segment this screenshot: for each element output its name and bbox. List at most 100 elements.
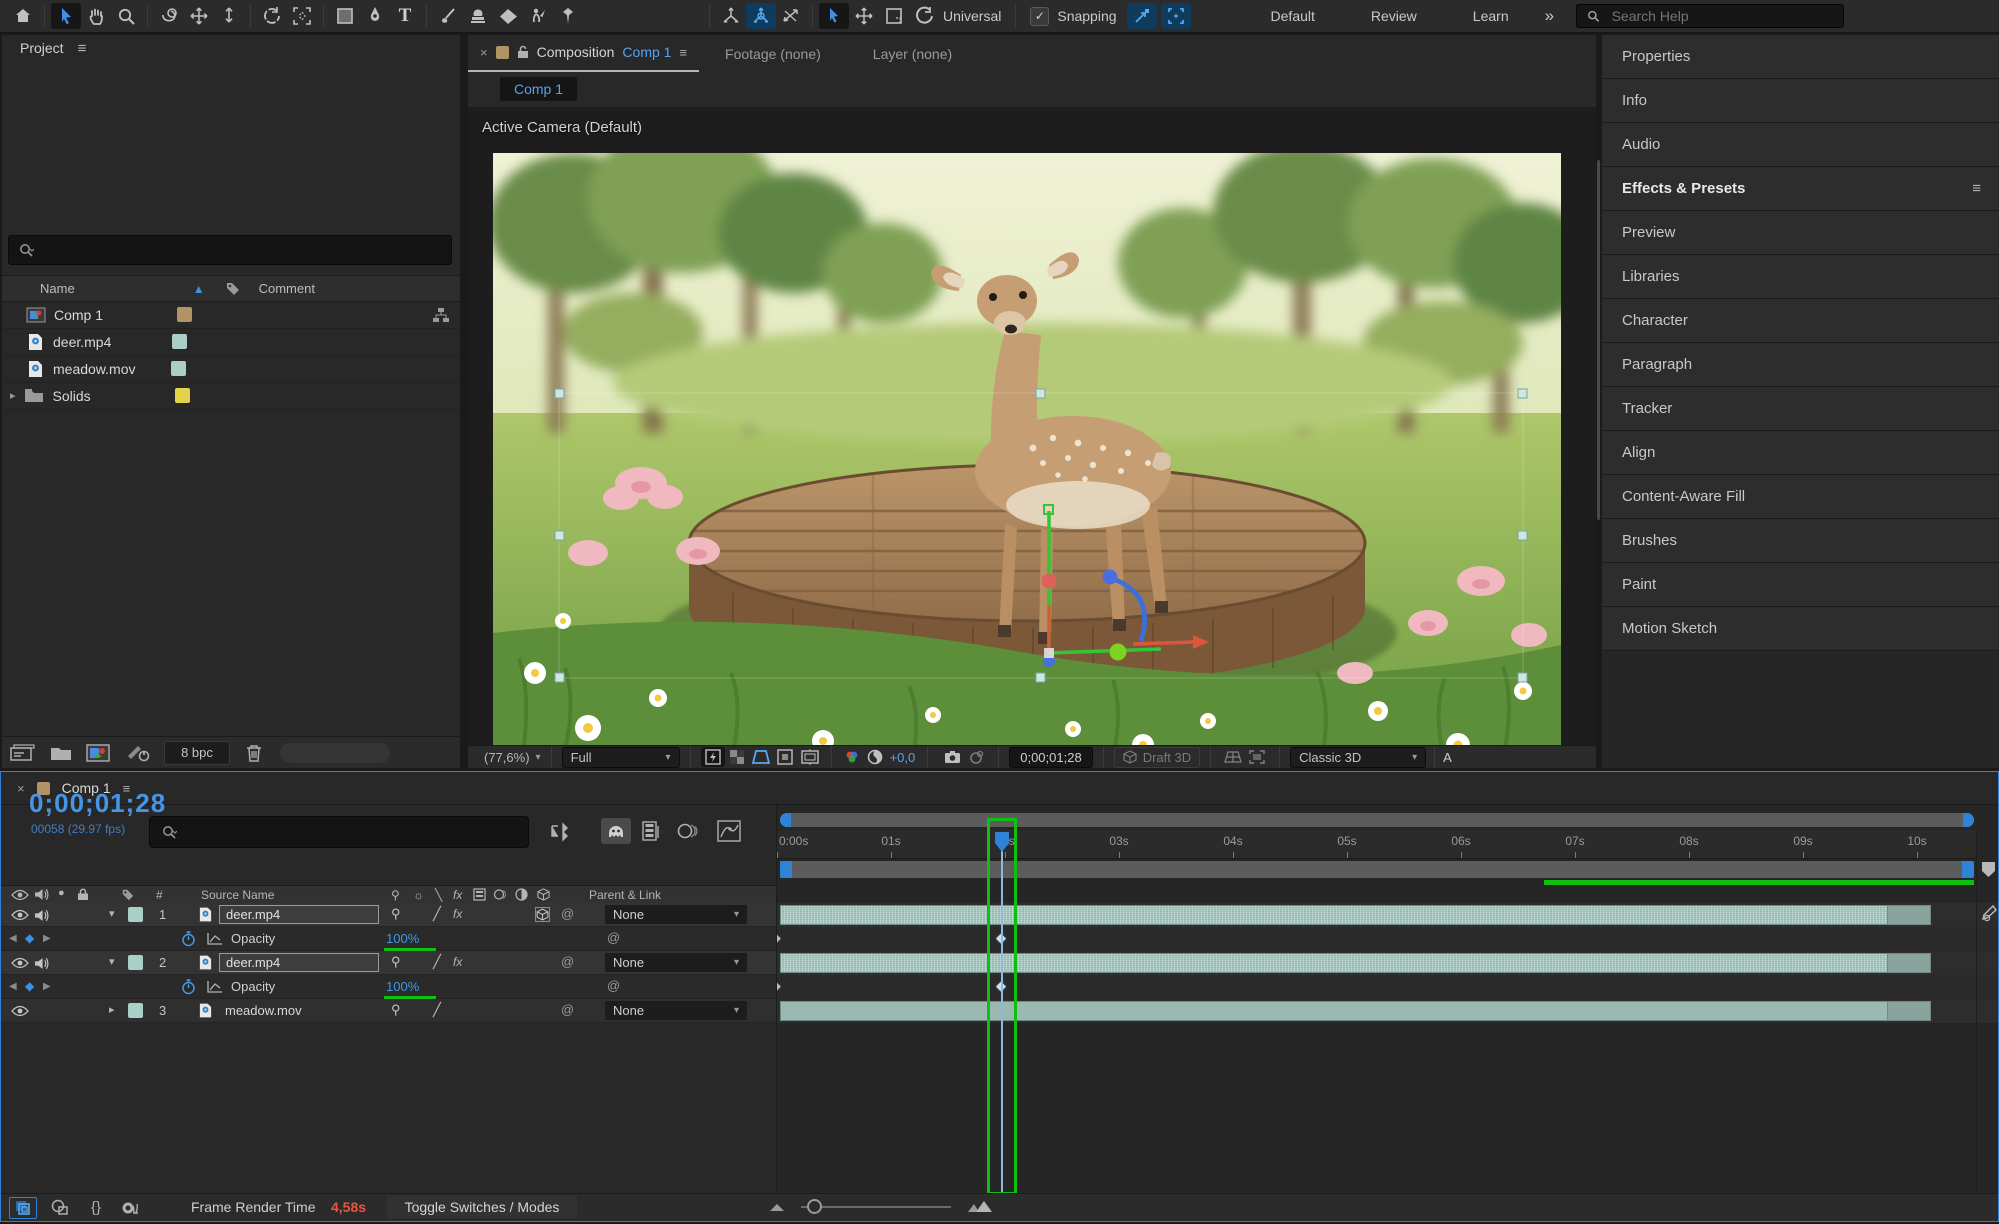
rectangle-tool[interactable]: [330, 3, 360, 29]
eraser-tool[interactable]: [493, 3, 523, 29]
layer-label-swatch[interactable]: [128, 907, 143, 922]
label-swatch[interactable]: [177, 307, 193, 322]
timeline-zoom-knob[interactable]: [807, 1199, 822, 1214]
in-out-panes-toggle[interactable]: {}: [83, 1197, 109, 1217]
work-area-bar[interactable]: [780, 861, 1974, 878]
anchor-switch-icon[interactable]: ⚲: [391, 1002, 401, 1018]
project-search[interactable]: [8, 235, 452, 265]
help-search-input[interactable]: [1609, 7, 1834, 25]
gizmo-rotate-icon[interactable]: [909, 3, 939, 29]
panel-scrollbar[interactable]: [1597, 160, 1600, 520]
layer-2-bar-endcap[interactable]: [1887, 953, 1931, 973]
lock-column-icon[interactable]: [77, 888, 89, 901]
property-row-opacity-1[interactable]: ◀ ◆ ▶ Opacity 100% @: [1, 927, 776, 952]
new-composition-icon[interactable]: [86, 743, 110, 762]
layer-row-1[interactable]: ▾ 1 deer.mp4 ⚲ ╱ fx @ None ▾: [1, 903, 776, 927]
layer-2-bar[interactable]: [780, 953, 1930, 973]
source-name-column[interactable]: Source Name: [201, 888, 274, 902]
close-icon[interactable]: ×: [480, 45, 488, 60]
gizmo-move-icon[interactable]: [849, 3, 879, 29]
pickwhip-icon[interactable]: @: [561, 1002, 574, 1017]
layer-source-name[interactable]: deer.mp4: [219, 905, 379, 924]
panel-item-audio[interactable]: Audio: [1602, 123, 1999, 167]
trash-icon[interactable]: [246, 744, 262, 762]
rotate-tool[interactable]: [257, 3, 287, 29]
brush-tool[interactable]: [433, 3, 463, 29]
parent-dropdown[interactable]: None ▾: [605, 1001, 747, 1020]
quality-switch-icon[interactable]: ╱: [433, 1002, 441, 1018]
label-swatch[interactable]: [171, 361, 187, 376]
audio-column-icon[interactable]: [34, 888, 49, 901]
layer-label-swatch[interactable]: [128, 1003, 143, 1018]
panel-item-effects-presets[interactable]: Effects & Presets ≡: [1602, 167, 1999, 211]
fx-switch-icon[interactable]: fx: [453, 955, 462, 969]
panel-item-tracker[interactable]: Tracker: [1602, 387, 1999, 431]
type-tool[interactable]: T: [390, 3, 420, 29]
zoom-in-mountains-icon[interactable]: [967, 1200, 993, 1213]
motion-blur-icon[interactable]: [677, 822, 701, 840]
ground-plane-icon[interactable]: [1221, 747, 1245, 767]
tab-footage[interactable]: Footage (none): [699, 36, 847, 72]
parent-dropdown[interactable]: None ▾: [605, 953, 747, 972]
gizmo-scale-icon[interactable]: [879, 3, 909, 29]
new-folder-icon[interactable]: [50, 745, 72, 761]
layer-3-bar[interactable]: [780, 1001, 1930, 1021]
sort-asc-icon[interactable]: ▲: [193, 282, 205, 296]
layer-expander[interactable]: ▸: [109, 1003, 115, 1016]
label-swatch[interactable]: [174, 388, 190, 403]
shy-toggle-icon[interactable]: [601, 818, 631, 844]
layer-source-name[interactable]: deer.mp4: [219, 953, 379, 972]
eye-column-icon[interactable]: [11, 889, 29, 901]
renderer-dropdown[interactable]: Classic 3D ▾: [1290, 746, 1427, 768]
anchor-switch-icon[interactable]: ⚲: [391, 954, 401, 970]
comp-label-swatch[interactable]: [495, 45, 509, 59]
frame-blending-icon[interactable]: [641, 820, 663, 842]
label-column-icon[interactable]: [225, 281, 241, 297]
channel-icon[interactable]: [840, 747, 864, 767]
time-ruler[interactable]: 0:00s 01s 02s 03s 04s 05s 06s 07s 08s 09…: [777, 830, 1977, 859]
graph-editor-icon[interactable]: [717, 820, 741, 842]
extended-viewer-icon[interactable]: [1245, 747, 1269, 767]
comp-preview-image[interactable]: [493, 153, 1561, 758]
transparency-grid-icon[interactable]: [725, 747, 749, 767]
property-name[interactable]: Opacity: [231, 979, 275, 994]
snap-option-2-icon[interactable]: [1160, 3, 1191, 29]
opacity-value[interactable]: 100%: [386, 931, 419, 946]
panel-item-align[interactable]: Align: [1602, 431, 1999, 475]
roto-brush-tool[interactable]: [523, 3, 553, 29]
layer-source-name[interactable]: meadow.mov: [225, 1003, 302, 1018]
camera-roi-tool[interactable]: [287, 3, 317, 29]
fast-previews-icon[interactable]: [700, 747, 725, 767]
label-swatch[interactable]: [172, 334, 188, 349]
timeline-search[interactable]: [149, 816, 529, 848]
property-row-opacity-2[interactable]: ◀ ◆ ▶ Opacity 100% @: [1, 975, 776, 1000]
hand-tool[interactable]: [81, 3, 111, 29]
render-time-snail-icon[interactable]: [117, 1197, 143, 1217]
layer-expander[interactable]: ▾: [109, 907, 115, 920]
tab-composition[interactable]: × Composition Comp 1 ≡: [468, 34, 700, 72]
panel-item-paint[interactable]: Paint: [1602, 563, 1999, 607]
prev-keyframe-icon[interactable]: ◀: [9, 981, 17, 992]
panel-menu-icon[interactable]: ≡: [1972, 180, 1981, 197]
pickwhip-icon[interactable]: @: [561, 906, 574, 921]
timeline-h-scrollbar[interactable]: [780, 813, 1974, 827]
snapping-checkbox[interactable]: ✓: [1030, 6, 1050, 26]
next-keyframe-icon[interactable]: ▶: [43, 933, 51, 944]
layer-label-swatch[interactable]: [128, 955, 143, 970]
world-axis-mode[interactable]: [746, 3, 776, 29]
scrollbar-right-cap[interactable]: [1963, 813, 1974, 827]
quality-switch-icon[interactable]: ╱: [433, 954, 441, 970]
local-axis-mode[interactable]: [716, 3, 746, 29]
transfer-controls-pane-toggle[interactable]: [47, 1197, 73, 1217]
layer-1-bar-endcap[interactable]: [1887, 905, 1931, 925]
pickwhip-icon[interactable]: @: [607, 930, 620, 945]
anchor-switch-icon[interactable]: ⚲: [391, 906, 401, 922]
eye-icon[interactable]: [11, 909, 29, 921]
resolution-dropdown[interactable]: Full ▾: [561, 746, 680, 768]
opacity-value[interactable]: 100%: [386, 979, 419, 994]
show-snapshot-icon[interactable]: [964, 747, 988, 767]
puppet-pin-tool[interactable]: [553, 3, 583, 29]
keyframe-icon[interactable]: ◆: [777, 978, 781, 994]
project-panel-menu-icon[interactable]: ≡: [78, 40, 87, 57]
composition-mini-flowchart-icon[interactable]: [549, 822, 573, 842]
